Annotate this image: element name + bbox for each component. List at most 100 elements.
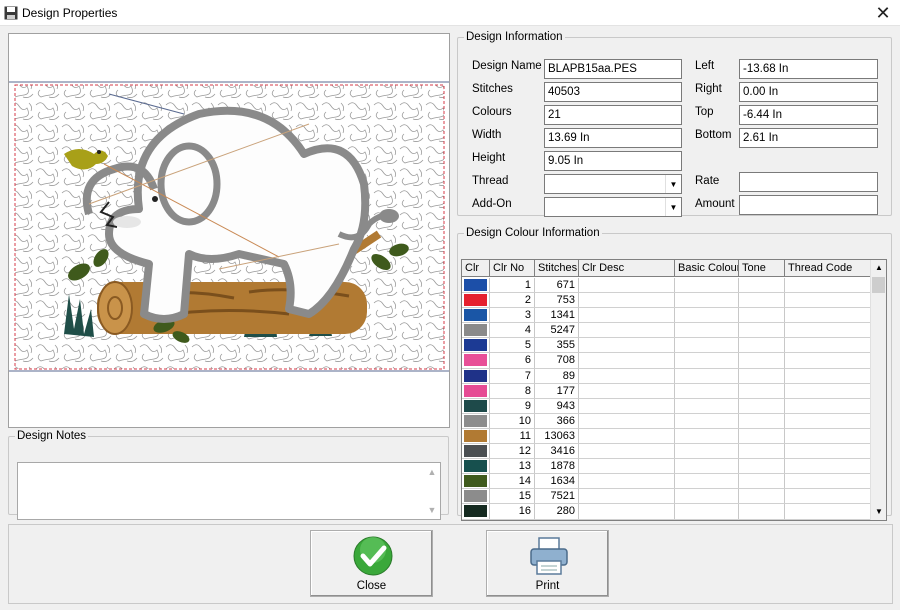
color-swatch-cell	[462, 278, 490, 293]
table-row[interactable]: 12 3416	[462, 444, 872, 460]
tone-cell	[739, 413, 785, 428]
amount-field[interactable]	[739, 195, 878, 215]
color-swatch	[464, 369, 487, 382]
chevron-down-icon[interactable]: ▼	[665, 175, 681, 193]
thread-label: Thread	[472, 175, 509, 187]
scroll-up-icon[interactable]: ▲	[424, 465, 440, 479]
clr-no-cell: 8	[490, 383, 535, 398]
column-header-thread-code[interactable]: Thread Code	[785, 260, 872, 276]
column-header-clr[interactable]: Clr	[462, 260, 490, 276]
scroll-down-icon[interactable]: ▼	[424, 503, 440, 517]
colour-table[interactable]: Clr Clr No Stitches Clr Desc Basic Colou…	[461, 259, 887, 521]
stitches-cell: 280	[535, 504, 579, 519]
tone-cell	[739, 398, 785, 413]
clr-no-cell: 16	[490, 504, 535, 519]
window-title: Design Properties	[22, 6, 118, 20]
width-field[interactable]: 13.69 In	[544, 128, 682, 148]
column-header-tone[interactable]: Tone	[739, 260, 785, 276]
design-notes-textarea[interactable]: ▲ ▼	[17, 462, 441, 520]
scrollbar-thumb[interactable]	[872, 277, 885, 293]
table-row[interactable]: 5 355	[462, 338, 872, 354]
color-swatch	[464, 339, 487, 352]
table-row[interactable]: 14 1634	[462, 474, 872, 490]
table-row[interactable]: 11 13063	[462, 428, 872, 445]
stitches-field[interactable]: 40503	[544, 82, 682, 102]
table-row[interactable]: 8 177	[462, 383, 872, 399]
column-header-clr-no[interactable]: Clr No	[490, 260, 535, 276]
clr-no-cell: 2	[490, 293, 535, 308]
color-swatch	[464, 505, 487, 518]
thread-code-cell	[785, 474, 872, 489]
table-row[interactable]: 15 7521	[462, 489, 872, 505]
color-swatch	[464, 445, 487, 458]
table-row[interactable]: 2 753	[462, 293, 872, 309]
right-field[interactable]: 0.00 In	[739, 82, 878, 102]
basic-colour-cell	[675, 293, 739, 308]
table-row[interactable]: 16 280	[462, 504, 872, 520]
color-swatch	[464, 324, 487, 337]
left-field[interactable]: -13.68 In	[739, 59, 878, 79]
column-header-clr-desc[interactable]: Clr Desc	[579, 260, 675, 276]
thread-code-cell	[785, 338, 872, 353]
thread-dropdown[interactable]: ▼	[544, 174, 682, 194]
stitches-cell: 753	[535, 293, 579, 308]
color-swatch	[464, 475, 487, 488]
table-row[interactable]: 10 366	[462, 413, 872, 429]
thread-code-cell	[785, 413, 872, 428]
clr-desc-cell	[579, 459, 675, 474]
colour-table-scrollbar[interactable]: ▲ ▼	[870, 260, 886, 520]
top-field[interactable]: -6.44 In	[739, 105, 878, 125]
design-notes-group: Design Notes ▲ ▼	[8, 430, 449, 520]
tone-cell	[739, 428, 785, 444]
column-header-basic-colour[interactable]: Basic Colour	[675, 260, 739, 276]
table-row[interactable]: 6 708	[462, 353, 872, 369]
clr-desc-cell	[579, 398, 675, 413]
clr-no-cell: 1	[490, 278, 535, 293]
close-window-button[interactable]: ✕	[866, 0, 900, 26]
scroll-down-icon[interactable]: ▼	[871, 504, 886, 520]
close-button[interactable]: Close	[310, 530, 433, 597]
width-label: Width	[472, 129, 502, 141]
basic-colour-cell	[675, 338, 739, 353]
table-row[interactable]: 13 1878	[462, 459, 872, 475]
table-row[interactable]: 7 89	[462, 368, 872, 384]
color-swatch	[464, 384, 487, 397]
clr-desc-cell	[579, 444, 675, 459]
rate-field[interactable]	[739, 172, 878, 192]
clr-desc-cell	[579, 353, 675, 368]
notes-scrollbar[interactable]: ▲ ▼	[424, 463, 440, 519]
print-button[interactable]: Print	[486, 530, 609, 597]
color-swatch-cell	[462, 504, 490, 519]
design-name-field[interactable]: BLAPB15aa.PES	[544, 59, 682, 79]
table-row[interactable]: 3 1341	[462, 308, 872, 324]
bottom-field[interactable]: 2.61 In	[739, 128, 878, 148]
clr-no-cell: 13	[490, 459, 535, 474]
table-row[interactable]: 1 671	[462, 278, 872, 294]
colours-field[interactable]: 21	[544, 105, 682, 125]
thread-code-cell	[785, 504, 872, 519]
thread-code-cell	[785, 323, 872, 338]
chevron-down-icon[interactable]: ▼	[665, 198, 681, 216]
clr-desc-cell	[579, 504, 675, 519]
basic-colour-cell	[675, 459, 739, 474]
addon-dropdown[interactable]: ▼	[544, 197, 682, 217]
table-row[interactable]: 9 943	[462, 398, 872, 414]
stitches-cell: 366	[535, 413, 579, 428]
color-swatch-cell	[462, 474, 490, 489]
color-swatch-cell	[462, 368, 490, 383]
save-disk-icon	[4, 6, 18, 20]
color-swatch	[464, 460, 487, 473]
color-swatch	[464, 490, 487, 503]
scroll-up-icon[interactable]: ▲	[871, 260, 886, 276]
thread-code-cell	[785, 368, 872, 383]
column-header-stitches[interactable]: Stitches	[535, 260, 579, 276]
top-label: Top	[695, 106, 714, 118]
height-field[interactable]: 9.05 In	[544, 151, 682, 171]
basic-colour-cell	[675, 308, 739, 323]
clr-no-cell: 14	[490, 474, 535, 489]
table-row[interactable]: 4 5247	[462, 323, 872, 339]
thread-code-cell	[785, 353, 872, 368]
stitches-cell: 1878	[535, 459, 579, 474]
clr-no-cell: 11	[490, 428, 535, 444]
clr-no-cell: 10	[490, 413, 535, 428]
